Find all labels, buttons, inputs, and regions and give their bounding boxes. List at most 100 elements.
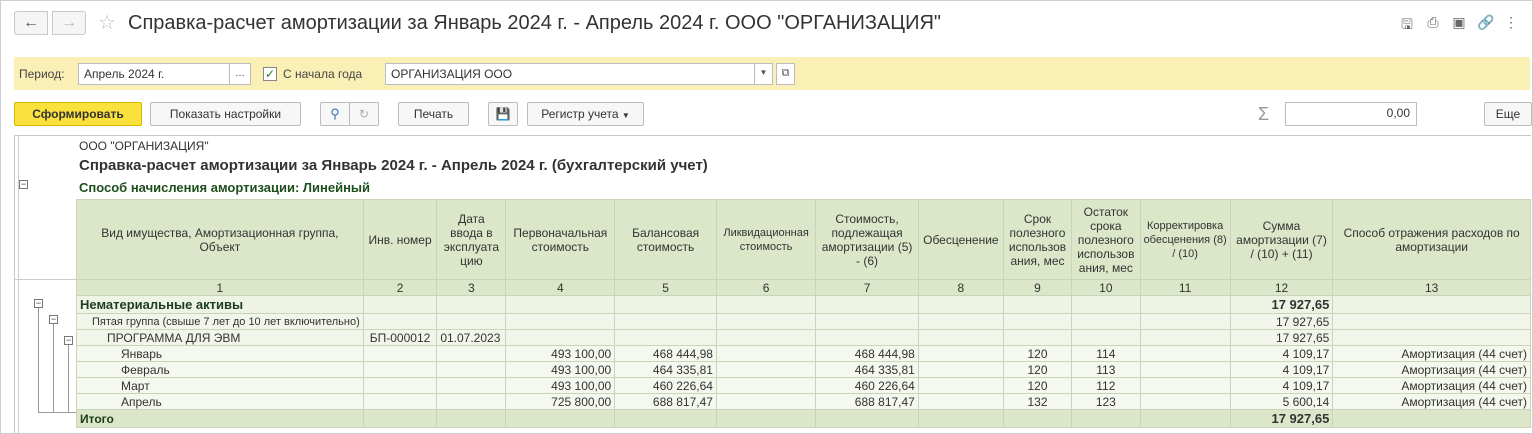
empty-cell (362, 361, 438, 378)
empty-cell (715, 313, 817, 330)
empty-cell (917, 377, 1004, 394)
column-header: Срок полезного использов ания, мес (1002, 199, 1073, 280)
collapse-icon[interactable]: − (19, 180, 28, 189)
empty-cell (614, 313, 717, 330)
object-sum: 17 927,65 (1229, 329, 1334, 346)
empty-cell (917, 313, 1004, 330)
forward-arrow-icon[interactable]: → (52, 11, 86, 35)
column-number: 5 (614, 279, 717, 296)
table-row-group[interactable]: Нематериальные активы 17 927,65 (76, 295, 1531, 314)
tree-line (38, 308, 39, 412)
depreciable-cost-cell: 688 817,47 (815, 393, 919, 410)
column-header: Остаток срока полезного использов ания, … (1071, 199, 1141, 280)
more-vertical-icon[interactable]: ⋮ (1503, 14, 1519, 38)
object-date: 01.07.2023 (436, 329, 507, 346)
empty-cell (1002, 313, 1073, 330)
empty-cell (505, 409, 616, 428)
printer-icon[interactable]: ⎙ (1425, 14, 1441, 38)
sigma-icon: Σ (1258, 104, 1270, 124)
open-organization-icon[interactable]: ⧉ (776, 63, 795, 85)
from-year-start-label: С начала года (283, 67, 363, 81)
empty-cell (1139, 313, 1231, 330)
register-label: Регистр учета (541, 107, 619, 121)
table-row-subgroup[interactable]: Пятая группа (свыше 7 лет до 10 лет вклю… (76, 313, 1531, 330)
collapse-icon[interactable]: − (49, 315, 58, 324)
period-input[interactable]: Апрель 2024 г. (78, 63, 230, 85)
table-row[interactable]: Февраль 493 100,00 464 335,81 464 335,81… (76, 361, 1531, 378)
column-header: Ликвидационная стоимость (715, 199, 817, 280)
table-row-total[interactable]: Итого 17 927,65 (76, 409, 1531, 428)
group-sum: 17 927,65 (1229, 295, 1334, 314)
month-cell: Март (76, 377, 364, 394)
column-number: 6 (715, 279, 817, 296)
search-clear-icon[interactable]: ↻ (349, 102, 379, 126)
empty-cell (815, 313, 919, 330)
from-year-start-checkbox[interactable]: ✓ (263, 67, 277, 81)
chevron-down-icon[interactable]: ▼ (754, 63, 773, 85)
window-actions: 🖫 ⎙ ▣ 🔗 ⋮ (1399, 14, 1519, 38)
empty-cell (362, 295, 438, 314)
more-button[interactable]: Еще (1484, 102, 1532, 126)
empty-cell (917, 329, 1004, 346)
print-button[interactable]: Печать (398, 102, 469, 126)
favorite-star-icon[interactable]: ☆ (98, 10, 116, 35)
amount-cell: 4 109,17 (1229, 377, 1334, 394)
collapse-icon[interactable]: − (64, 336, 73, 345)
empty-cell (1071, 409, 1141, 428)
table-row-object[interactable]: ПРОГРАММА ДЛЯ ЭВМ БП-000012 01.07.2023 1… (76, 329, 1531, 346)
generate-button[interactable]: Сформировать (14, 102, 142, 126)
column-number: 3 (436, 279, 507, 296)
sum-field[interactable]: 0,00 (1285, 102, 1417, 126)
empty-cell (436, 295, 507, 314)
preview-icon[interactable]: ▣ (1451, 14, 1467, 38)
column-number-row: 1 2 3 4 5 6 7 8 9 10 11 12 13 (76, 279, 1531, 296)
empty-cell (436, 393, 507, 410)
empty-cell (505, 295, 616, 314)
empty-cell (917, 409, 1004, 428)
save-icon[interactable]: 💾 (488, 102, 518, 126)
empty-cell (436, 377, 507, 394)
column-header: Корректировка обесценения (8) / (10) (1139, 199, 1231, 280)
total-sum: 17 927,65 (1229, 409, 1334, 428)
month-cell: Февраль (76, 361, 364, 378)
initial-cost-cell: 725 800,00 (505, 393, 616, 410)
column-header: Первоначальная стоимость (505, 199, 616, 280)
empty-cell (815, 409, 919, 428)
remaining-life-cell: 114 (1071, 345, 1141, 362)
column-number: 10 (1071, 279, 1141, 296)
collapse-icon[interactable]: − (34, 299, 43, 308)
table-row[interactable]: Март 493 100,00 460 226,64 460 226,64 12… (76, 377, 1531, 394)
empty-cell (1332, 295, 1531, 314)
empty-cell (917, 393, 1004, 410)
organization-input[interactable]: ОРГАНИЗАЦИЯ ООО (385, 63, 755, 85)
period-select-button[interactable]: ... (229, 63, 251, 85)
remaining-life-cell: 112 (1071, 377, 1141, 394)
column-header: Сумма амортизации (7) / (10) + (11) (1229, 199, 1334, 280)
initial-cost-cell: 493 100,00 (505, 361, 616, 378)
subgroup-sum: 17 927,65 (1229, 313, 1334, 330)
object-inv: БП-000012 (362, 329, 438, 346)
column-header: Способ отражения расходов по амортизации (1332, 199, 1531, 280)
empty-cell (362, 313, 438, 330)
method-cell: Амортизация (44 счет) (1332, 361, 1531, 378)
empty-cell (715, 377, 817, 394)
register-dropdown[interactable]: Регистр учета ▼ (527, 102, 644, 126)
table-row[interactable]: Апрель 725 800,00 688 817,47 688 817,47 … (76, 393, 1531, 410)
column-number: 7 (815, 279, 919, 296)
empty-cell (1332, 329, 1531, 346)
empty-cell (1071, 313, 1141, 330)
column-header: Инв. номер (362, 199, 438, 280)
link-icon[interactable]: 🔗 (1477, 14, 1494, 38)
window-title: Справка-расчет амортизации за Январь 202… (128, 12, 942, 34)
subgroup-name: Пятая группа (свыше 7 лет до 10 лет вклю… (76, 313, 364, 330)
back-arrow-icon[interactable]: ← (14, 11, 48, 35)
column-header: Дата ввода в эксплуата цию (436, 199, 507, 280)
empty-cell (715, 393, 817, 410)
report-method: Способ начисления амортизации: Линейный (79, 180, 371, 195)
table-row[interactable]: Январь 493 100,00 468 444,98 468 444,98 … (76, 345, 1531, 362)
useful-life-cell: 120 (1002, 377, 1073, 394)
search-icon[interactable]: ⚲ (320, 102, 350, 126)
save-icon[interactable]: 🖫 (1399, 14, 1415, 38)
show-settings-button[interactable]: Показать настройки (150, 102, 301, 126)
empty-cell (1002, 409, 1073, 428)
